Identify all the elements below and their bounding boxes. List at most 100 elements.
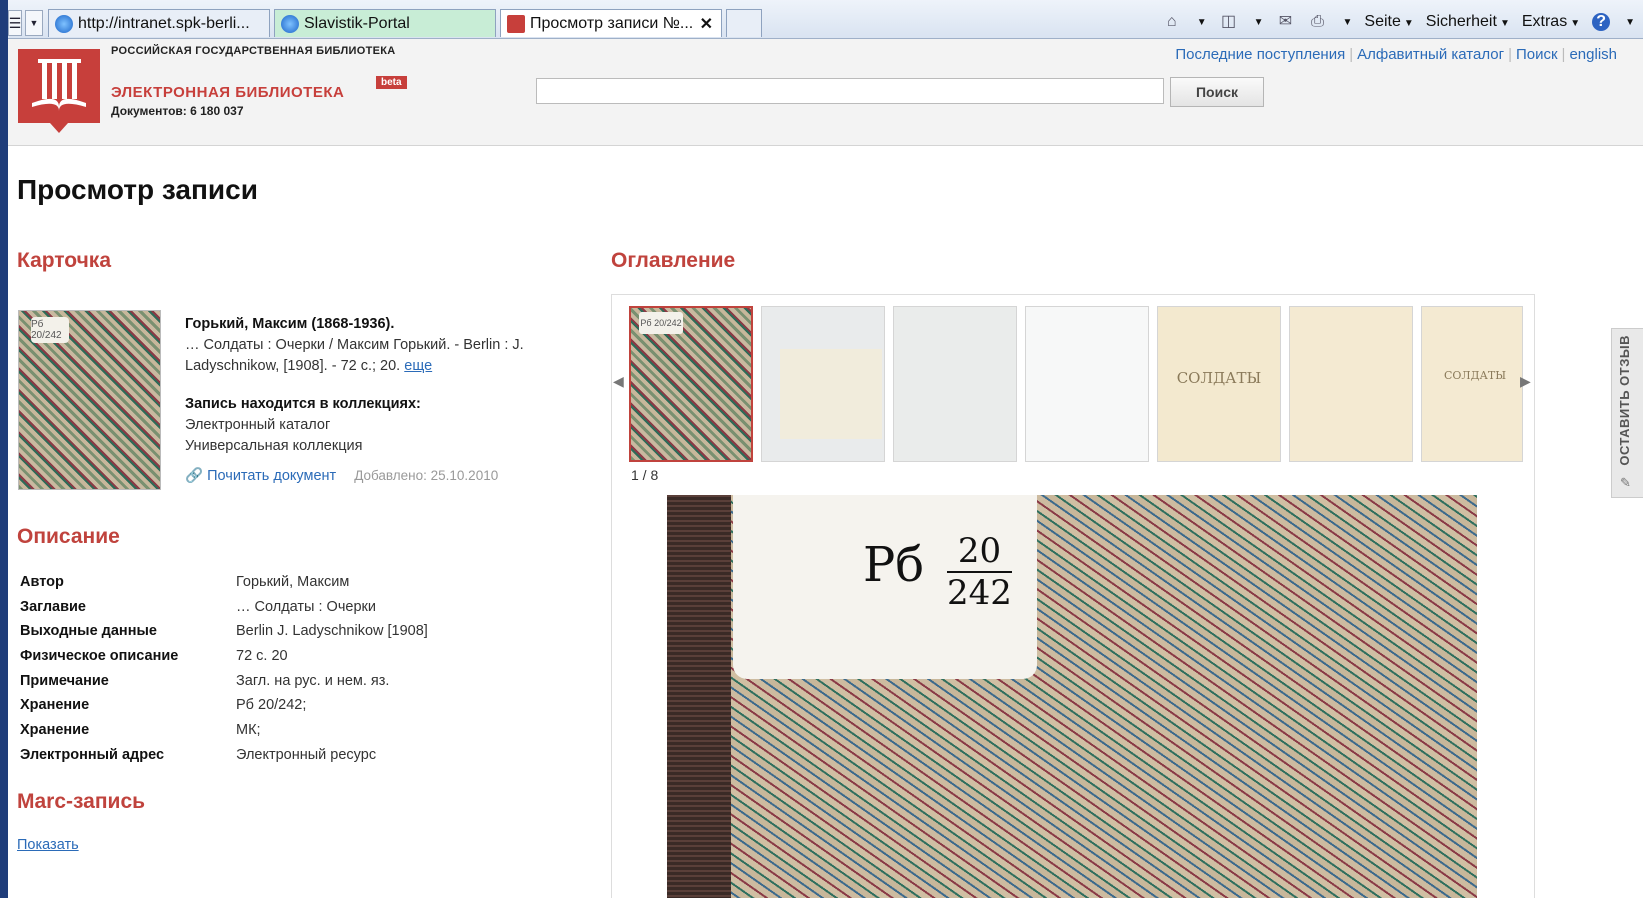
- card-author: Горький, Максим (1868-1936).: [185, 316, 395, 332]
- tab-label: http://intranet.spk-berli...: [78, 14, 250, 32]
- thumbnail-strip: Рб 20/242 СОЛДАТЫ СОЛДАТЫ: [629, 306, 1523, 464]
- table-row: Хранение МК;: [20, 722, 428, 747]
- document-count: Документов: 6 180 037: [111, 104, 244, 118]
- description-table: Автор Горький, Максим Заглавие … Солдаты :…: [20, 574, 428, 772]
- inset-page: [780, 349, 882, 439]
- field-value: Berlin J. Ladyschnikow [1908]: [236, 623, 428, 640]
- table-row: Автор Горький, Максим: [20, 574, 428, 599]
- collections-title: Запись находится в коллекциях:: [185, 396, 421, 412]
- table-row: Выходные данные Berlin J. Ladyschnikow [1…: [20, 623, 428, 648]
- page-image[interactable]: Рб 20 242: [667, 495, 1477, 898]
- card-heading: Карточка: [17, 249, 111, 272]
- chevron-down-icon[interactable]: ▼: [1197, 17, 1207, 28]
- collection-item: Универсальная коллекция: [185, 438, 363, 454]
- search-input[interactable]: [536, 78, 1164, 104]
- browser-tab-bar: ☰ ▼ http://intranet.spk-berli... Slavist…: [8, 0, 1643, 39]
- nav-english-link[interactable]: english: [1569, 46, 1617, 63]
- page-thumb-6[interactable]: [1289, 306, 1413, 462]
- table-row: Электронный адрес Электронный ресурс: [20, 747, 428, 772]
- read-document-link[interactable]: Почитать документ: [207, 468, 336, 484]
- field-label: Хранение: [20, 697, 90, 714]
- more-link[interactable]: еще: [404, 358, 432, 374]
- shelfmark-label: Рб 20/242: [639, 312, 683, 334]
- link-icon: 🔗: [185, 468, 204, 484]
- search-button[interactable]: Поиск: [1170, 77, 1264, 107]
- rss-feed-icon[interactable]: ◫: [1219, 13, 1239, 31]
- extras-menu[interactable]: Extras ▼: [1522, 13, 1580, 31]
- field-label: Хранение: [20, 722, 90, 739]
- feedback-tab[interactable]: ОСТАВИТЬ ОТЗЫВ ✎: [1611, 328, 1643, 498]
- ie-icon: [55, 14, 73, 33]
- browser-toolbar: ⌂ ▼ ◫ ▼ ✉ ⎙ ▼ Seite ▼ Sicherheit ▼ Extras ▼ ? ▼: [1162, 10, 1635, 34]
- feedback-label: ОСТАВИТЬ ОТЗЫВ: [1617, 335, 1632, 466]
- book-spine: [667, 495, 731, 898]
- card-bib-line: … Солдаты : Очерки / Максим Горький. - B…: [185, 337, 524, 374]
- beta-badge: beta: [376, 76, 407, 89]
- tab-record-view[interactable]: Просмотр записи №... ✕: [500, 9, 722, 37]
- thumb-title-text: СОЛДАТЫ: [1444, 369, 1507, 382]
- feedback-icon: ✎: [1620, 475, 1631, 490]
- field-label: Электронный адрес: [20, 746, 165, 763]
- home-icon[interactable]: ⌂: [1162, 13, 1182, 31]
- field-label: Примечание: [20, 672, 109, 689]
- security-menu[interactable]: Sicherheit ▼: [1426, 13, 1510, 31]
- page-thumb-5[interactable]: СОЛДАТЫ: [1157, 306, 1281, 462]
- new-tab-button[interactable]: [726, 9, 762, 37]
- card-record: Горький, Максим (1868-1936). … Солдаты :…: [185, 314, 585, 377]
- contents-heading: Оглавление: [611, 249, 736, 272]
- page-thumb-2[interactable]: [761, 306, 885, 462]
- field-value: … Солдаты : Очерки: [236, 598, 376, 615]
- page-thumb-3[interactable]: [893, 306, 1017, 462]
- tab-slavistik[interactable]: Slavistik-Portal: [274, 9, 496, 37]
- close-tab-icon[interactable]: ✕: [700, 14, 713, 34]
- page-title: Просмотр записи: [17, 174, 258, 205]
- browser-window: ☰ ▼ http://intranet.spk-berli... Slavist…: [8, 0, 1643, 898]
- print-icon[interactable]: ⎙: [1308, 13, 1328, 31]
- chevron-down-icon[interactable]: ▼: [1625, 17, 1635, 28]
- thumb-title-text: СОЛДАТЫ: [1176, 369, 1262, 387]
- shelfmark-label: Рб 20/242: [31, 317, 69, 343]
- page-thumb-7[interactable]: СОЛДАТЫ: [1421, 306, 1523, 462]
- page-thumb-4[interactable]: [1025, 306, 1149, 462]
- field-value: 72 с. 20: [236, 648, 288, 665]
- tab-dropdown-button[interactable]: ▼: [25, 10, 43, 36]
- nav-recent-link[interactable]: Последние поступления: [1175, 46, 1345, 63]
- page-thumb-1[interactable]: Рб 20/242: [629, 306, 753, 462]
- description-heading: Описание: [17, 525, 120, 548]
- nav-search-link[interactable]: Поиск: [1516, 46, 1558, 63]
- added-date: Добавлено: 25.10.2010: [354, 468, 499, 483]
- page-viewer: ◀ Рб 20/242 СОЛДАТЫ СОЛДАТЫ ▶ 1 / 8 Рб 2…: [611, 294, 1535, 898]
- book-logo-icon: [32, 59, 86, 111]
- table-row: Примечание Загл. на рус. и нем. яз.: [20, 673, 428, 698]
- field-value: МК;: [236, 722, 261, 739]
- table-row: Хранение Рб 20/242;: [20, 697, 428, 722]
- tab-intranet[interactable]: http://intranet.spk-berli...: [48, 9, 270, 37]
- site-header: РОССИЙСКАЯ ГОСУДАРСТВЕННАЯ БИБЛИОТЕКА ЭЛ…: [8, 39, 1643, 146]
- chevron-right-icon[interactable]: ▶: [1520, 373, 1531, 390]
- handwritten-shelfmark: Рб: [863, 537, 925, 593]
- top-nav: Последние поступления | Алфавитный каталог…: [1175, 46, 1617, 63]
- divider: |: [1508, 46, 1512, 63]
- rsl-logo[interactable]: [18, 49, 100, 133]
- field-value: Горький, Максим: [236, 574, 350, 590]
- chevron-down-icon[interactable]: ▼: [1343, 17, 1353, 28]
- help-icon[interactable]: ?: [1592, 13, 1611, 31]
- nav-alphabetical-link[interactable]: Алфавитный каталог: [1357, 46, 1504, 63]
- collection-item: Электронный каталог: [185, 417, 331, 433]
- field-label: Физическое описание: [20, 648, 179, 665]
- marc-heading: Marc-запись: [17, 790, 146, 813]
- field-label: Выходные данные: [20, 623, 157, 640]
- marc-show-link[interactable]: Показать: [17, 837, 79, 853]
- tab-list-button[interactable]: ☰: [8, 10, 22, 36]
- shelfmark-paper-label: Рб 20 242: [733, 495, 1037, 679]
- electronic-resource-link[interactable]: Электронный ресурс: [236, 747, 376, 772]
- divider: |: [1561, 46, 1566, 63]
- chevron-left-icon[interactable]: ◀: [613, 373, 624, 390]
- library-title[interactable]: ЭЛЕКТРОННАЯ БИБЛИОТЕКА: [111, 84, 344, 101]
- chevron-down-icon[interactable]: ▼: [1254, 17, 1264, 28]
- page-menu[interactable]: Seite ▼: [1364, 13, 1413, 31]
- mail-icon[interactable]: ✉: [1276, 13, 1296, 31]
- cover-thumbnail[interactable]: Рб 20/242: [18, 310, 161, 490]
- page-counter: 1 / 8: [631, 467, 659, 483]
- table-row: Физическое описание 72 с. 20: [20, 648, 428, 673]
